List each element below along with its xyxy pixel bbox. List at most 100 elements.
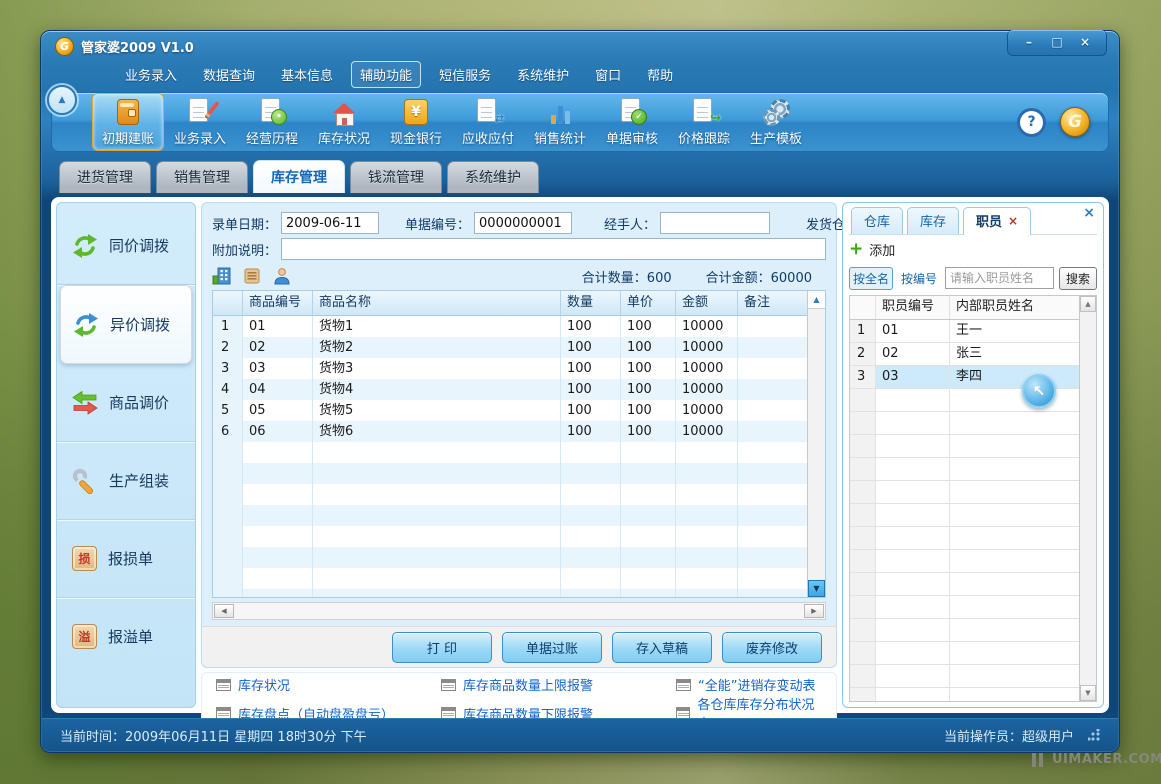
staff-row-empty[interactable] [850, 435, 1080, 458]
toolbar-price-tracking[interactable]: ↪ 价格跟踪 [668, 93, 740, 151]
menu-window[interactable]: 窗口 [587, 62, 629, 87]
panel-close-icon[interactable]: × [1083, 205, 1095, 221]
title-bar: G 管家婆2009 V1.0 – □ × [41, 31, 1119, 61]
table-row-empty[interactable] [213, 589, 808, 598]
table-row-empty[interactable] [213, 547, 808, 568]
handler-input[interactable] [660, 212, 770, 234]
menu-aux-functions[interactable]: 辅助功能 [351, 61, 421, 88]
table-row[interactable]: 202货物210010010000 [213, 337, 808, 358]
package-icon[interactable] [243, 267, 261, 285]
sidebar-item-diff-price-transfer[interactable]: 异价调拨 [60, 285, 192, 364]
sidebar-item-price-adjust[interactable]: 商品调价 [57, 364, 195, 442]
sidebar-item-loss-report[interactable]: 损 报损单 [57, 520, 195, 598]
toolbar-business-history[interactable]: • 经营历程 [236, 93, 308, 151]
staff-row-empty[interactable] [850, 688, 1080, 702]
menu-system-maintain[interactable]: 系统维护 [509, 62, 577, 87]
staff-row-empty[interactable] [850, 504, 1080, 527]
toolbar-cash-bank[interactable]: ¥ 现金银行 [380, 93, 452, 151]
menu-sms-service[interactable]: 短信服务 [431, 62, 499, 87]
minimize-button[interactable]: – [1016, 33, 1042, 51]
toolbar-production-template[interactable]: 生产模板 [740, 93, 812, 151]
sidebar-item-same-price-transfer[interactable]: 同价调拨 [57, 207, 195, 285]
person-icon[interactable] [273, 267, 291, 285]
tab-cashflow[interactable]: 钱流管理 [350, 161, 442, 193]
table-row[interactable]: 101货物110010010000 [213, 316, 808, 337]
staff-row-empty[interactable] [850, 596, 1080, 619]
brand-logo-icon: G [1060, 107, 1090, 137]
toolbar-doc-audit[interactable]: ✓ 单据审核 [596, 93, 668, 151]
table-row-empty[interactable] [213, 463, 808, 484]
note-input[interactable] [281, 238, 826, 260]
add-row[interactable]: + 添加 [849, 235, 1097, 263]
staff-row-empty[interactable] [850, 550, 1080, 573]
filter-by-code[interactable]: 按编号 [898, 268, 940, 289]
staff-row-empty[interactable] [850, 573, 1080, 596]
menu-data-query[interactable]: 数据查询 [195, 62, 263, 87]
tab-close-icon[interactable]: × [1008, 214, 1018, 228]
staff-row-empty[interactable] [850, 665, 1080, 688]
post-voucher-button[interactable]: 单据过账 [502, 632, 602, 663]
toolbar-collapse-button[interactable]: ▲ [47, 85, 77, 115]
link-almighty-flow-report[interactable]: “全能”进销存变动表 [676, 675, 822, 694]
staff-vertical-scrollbar[interactable]: ▲ ▼ [1079, 296, 1096, 701]
toolbar-receivable-payable[interactable]: ⇄ 应收应付 [452, 93, 524, 151]
tab-sales[interactable]: 销售管理 [156, 161, 248, 193]
staff-row-empty[interactable] [850, 481, 1080, 504]
date-input[interactable] [281, 212, 379, 234]
search-button[interactable]: 搜索 [1059, 267, 1097, 290]
scroll-left-icon[interactable]: ◀ [214, 604, 234, 618]
tab-warehouse[interactable]: 仓库 [851, 207, 903, 234]
table-row[interactable]: 606货物610010010000 [213, 421, 808, 442]
staff-row-empty[interactable] [850, 619, 1080, 642]
staff-search-input[interactable] [945, 267, 1054, 289]
cycle-green-icon [72, 233, 98, 259]
staff-row-empty[interactable] [850, 412, 1080, 435]
scroll-up-icon[interactable]: ▲ [808, 291, 825, 309]
print-button[interactable]: 打 印 [392, 632, 492, 663]
vertical-scrollbar[interactable]: ▲ ▼ [807, 291, 825, 597]
link-stock-upper-limit-alarm[interactable]: 库存商品数量上限报警 [441, 675, 676, 694]
scroll-down-icon[interactable]: ▼ [808, 580, 825, 597]
scroll-right-icon[interactable]: ▶ [804, 604, 824, 618]
staff-row-empty[interactable] [850, 458, 1080, 481]
sidebar-item-production-assembly[interactable]: 生产组装 [57, 442, 195, 520]
building-icon[interactable] [212, 267, 231, 285]
staff-row-empty[interactable] [850, 642, 1080, 665]
doc-no-input[interactable] [474, 212, 572, 234]
link-stock-status[interactable]: 库存状况 [216, 675, 441, 694]
staff-scroll-up-icon[interactable]: ▲ [1080, 296, 1096, 312]
table-row-empty[interactable] [213, 484, 808, 505]
tab-staff[interactable]: 职员 × [963, 207, 1031, 235]
resize-grip[interactable] [1088, 729, 1100, 741]
menu-business-entry[interactable]: 业务录入 [117, 62, 185, 87]
sidebar-item-overflow-report[interactable]: 溢 报溢单 [57, 598, 195, 675]
tab-stock[interactable]: 库存 [907, 207, 959, 234]
staff-row-empty[interactable] [850, 527, 1080, 550]
table-row-empty[interactable] [213, 442, 808, 463]
toolbar-sales-stats[interactable]: 销售统计 [524, 93, 596, 151]
filter-by-fullname[interactable]: 按全名 [849, 267, 893, 290]
staff-row[interactable]: 202张三 [850, 343, 1080, 366]
menu-help[interactable]: 帮助 [639, 62, 681, 87]
horizontal-scrollbar[interactable]: ◀ ▶ [212, 602, 826, 620]
table-row-empty[interactable] [213, 526, 808, 547]
staff-scroll-down-icon[interactable]: ▼ [1080, 685, 1096, 701]
table-row[interactable]: 505货物510010010000 [213, 400, 808, 421]
tab-system[interactable]: 系统维护 [447, 161, 539, 193]
close-button[interactable]: × [1072, 33, 1098, 51]
table-row-empty[interactable] [213, 568, 808, 589]
toolbar-initial-setup[interactable]: 初期建账 [92, 93, 164, 151]
table-row[interactable]: 303货物310010010000 [213, 358, 808, 379]
menu-basic-info[interactable]: 基本信息 [273, 62, 341, 87]
staff-row[interactable]: 101王一 [850, 320, 1080, 343]
table-row[interactable]: 404货物410010010000 [213, 379, 808, 400]
tab-inventory[interactable]: 库存管理 [253, 160, 345, 193]
toolbar-stock-status[interactable]: 库存状况 [308, 93, 380, 151]
table-row-empty[interactable] [213, 505, 808, 526]
discard-changes-button[interactable]: 废弃修改 [722, 632, 822, 663]
toolbar-business-entry[interactable]: 业务录入 [164, 93, 236, 151]
help-icon[interactable]: ? [1017, 108, 1046, 137]
maximize-button[interactable]: □ [1044, 33, 1070, 51]
tab-purchase[interactable]: 进货管理 [59, 161, 151, 193]
save-draft-button[interactable]: 存入草稿 [612, 632, 712, 663]
